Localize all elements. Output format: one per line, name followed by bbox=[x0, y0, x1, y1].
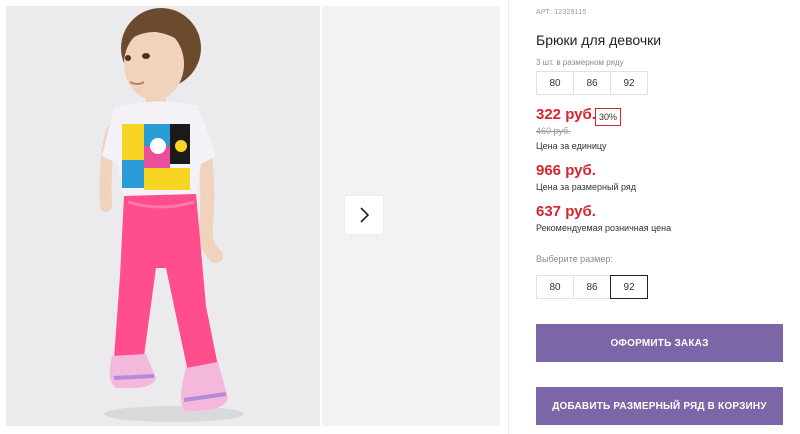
size-option-86[interactable]: 86 bbox=[573, 275, 611, 299]
discount-badge: 30% bbox=[595, 108, 622, 126]
sku-label: АРТ: bbox=[536, 9, 553, 16]
product-photo[interactable] bbox=[6, 6, 320, 426]
add-size-row-to-cart-button[interactable]: ДОБАВИТЬ РАЗМЕРНЫЙ РЯД В КОРЗИНУ bbox=[536, 387, 783, 425]
row-price: 966 руб. bbox=[536, 162, 596, 179]
product-title: Брюки для девочки bbox=[536, 32, 662, 48]
unit-price-caption: Цена за единицу bbox=[536, 141, 607, 151]
retail-price: 637 руб. bbox=[536, 203, 596, 220]
panel-divider bbox=[508, 0, 509, 434]
checkout-button[interactable]: ОФОРМИТЬ ЗАКАЗ bbox=[536, 324, 783, 362]
row-price-caption: Цена за размерный ряд bbox=[536, 182, 637, 192]
retail-price-caption: Рекомендуемая розничная цена bbox=[536, 223, 672, 233]
product-photo-illustration bbox=[6, 6, 320, 426]
unit-price: 322 руб. bbox=[536, 106, 596, 123]
chevron-right-icon bbox=[358, 207, 370, 223]
size-row-label: 3 шт. в размерном ряду bbox=[536, 58, 624, 67]
size-row-item: 86 bbox=[573, 71, 611, 95]
next-photo-button[interactable] bbox=[345, 196, 383, 234]
size-option-80[interactable]: 80 bbox=[536, 275, 574, 299]
size-option-92[interactable]: 92 bbox=[610, 275, 648, 299]
size-row-list: 80 86 92 bbox=[536, 71, 648, 95]
size-picker: 80 86 92 bbox=[536, 275, 648, 299]
product-sku: АРТ: 12329115 bbox=[536, 9, 586, 16]
size-row-item: 80 bbox=[536, 71, 574, 95]
size-row-item: 92 bbox=[610, 71, 648, 95]
sku-value: 12329115 bbox=[554, 9, 587, 16]
product-gallery bbox=[0, 0, 508, 434]
product-page: АРТ: 12329115 Брюки для девочки 3 шт. в … bbox=[0, 0, 800, 434]
size-picker-label: Выберите размер: bbox=[536, 254, 613, 264]
old-price: 460 руб. bbox=[536, 126, 571, 136]
